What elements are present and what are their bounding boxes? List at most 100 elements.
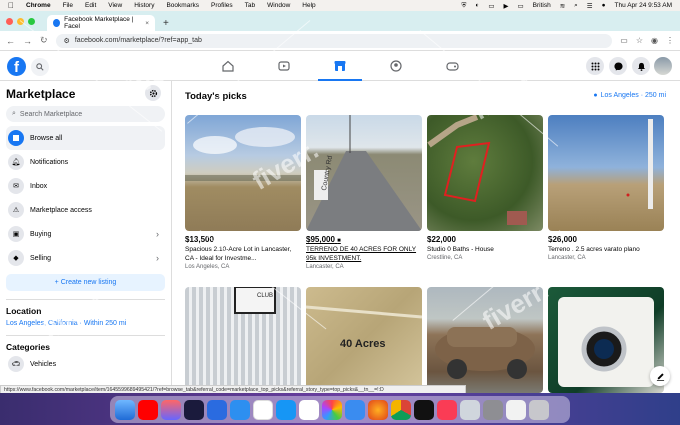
apple-menu-icon[interactable]:  xyxy=(8,1,14,10)
forward-arrow-icon[interactable]: → xyxy=(23,36,32,46)
bookmark-star-icon[interactable]: ☆ xyxy=(636,36,643,45)
sidebar-item-notifications[interactable]: 🔔︎ Notifications xyxy=(6,150,165,174)
listing-card[interactable] xyxy=(427,287,543,393)
safari-icon[interactable] xyxy=(345,399,365,420)
listing-photo[interactable]: 40 Acres xyxy=(306,287,422,393)
gmail-icon[interactable] xyxy=(253,399,273,420)
listing-card[interactable]: $22,000 Studio 0 Baths - House Crestline… xyxy=(427,115,543,261)
spotlight-icon[interactable]: ⌕ xyxy=(574,2,578,10)
mail-icon[interactable] xyxy=(230,399,250,420)
listing-photo[interactable] xyxy=(427,287,543,393)
menubar-app-name[interactable]: Chrome xyxy=(26,2,51,9)
new-tab-button[interactable]: + xyxy=(163,15,169,31)
zoom-window-button[interactable] xyxy=(28,17,35,25)
menubar-item-help[interactable]: Help xyxy=(302,2,315,9)
listing-photo[interactable] xyxy=(185,115,301,231)
launchpad-icon[interactable] xyxy=(161,399,181,420)
video-icon[interactable] xyxy=(274,57,294,75)
trash-icon[interactable] xyxy=(529,399,549,420)
more-menu-icon[interactable]: ⋮ xyxy=(666,36,674,45)
messenger-icon[interactable] xyxy=(609,57,627,75)
menu-grid-icon[interactable] xyxy=(586,57,604,75)
calendar-icon[interactable] xyxy=(299,399,319,420)
app-store-icon[interactable] xyxy=(276,399,296,420)
downloads-folder-icon[interactable] xyxy=(506,399,526,420)
photos-icon[interactable] xyxy=(322,399,342,420)
site-info-icon[interactable]: ⚙ xyxy=(64,37,70,45)
menubar-item-profiles[interactable]: Profiles xyxy=(211,2,233,9)
back-arrow-icon[interactable]: ← xyxy=(6,36,15,46)
menubar-item-tab[interactable]: Tab xyxy=(245,2,255,9)
groups-icon[interactable] xyxy=(386,57,406,75)
gaming-icon[interactable] xyxy=(442,57,462,75)
messenger-icon: ✉ xyxy=(8,178,24,194)
siri-icon[interactable]: ● xyxy=(602,2,606,9)
listing-card[interactable] xyxy=(548,287,664,393)
menubar-item-history[interactable]: History xyxy=(134,2,154,9)
sidebar-item-browse-all[interactable]: Browse all xyxy=(6,126,165,150)
listing-photo[interactable] xyxy=(548,115,664,231)
listing-price: $22,000 xyxy=(427,235,456,244)
focus-icon[interactable]: ◐ xyxy=(475,2,479,9)
menubar-clock[interactable]: Thu Apr 24 9:53 AM xyxy=(615,2,672,9)
sidebar-item-buying[interactable]: ▣ Buying › xyxy=(6,222,165,246)
firefox-icon[interactable] xyxy=(368,399,388,420)
input-source[interactable]: British xyxy=(533,2,551,9)
capcut-icon[interactable] xyxy=(414,399,434,420)
listing-photo[interactable] xyxy=(427,115,543,231)
minimize-window-button[interactable] xyxy=(17,17,24,25)
sidebar-item-inbox[interactable]: ✉ Inbox xyxy=(6,174,165,198)
create-listing-button[interactable]: + Create new listing xyxy=(6,274,165,291)
location-filter-link[interactable]: Los Angeles, California · Within 250 mi xyxy=(6,320,165,327)
category-vehicles[interactable]: 🚗︎ Vehicles xyxy=(6,352,165,376)
menubar-item-window[interactable]: Window xyxy=(267,2,290,9)
marketplace-search-input[interactable]: ⌕ Search Marketplace xyxy=(6,106,165,122)
docs-icon[interactable] xyxy=(207,399,227,420)
menubar-item-view[interactable]: View xyxy=(108,2,122,9)
display-icon[interactable]: ▭ xyxy=(488,2,494,10)
battery-icon[interactable]: ▭ xyxy=(517,2,523,10)
menubar-item-bookmarks[interactable]: Bookmarks xyxy=(166,2,199,9)
marketplace-icon[interactable] xyxy=(318,57,362,81)
menubar-item-edit[interactable]: Edit xyxy=(85,2,96,9)
finder-icon[interactable] xyxy=(115,399,135,420)
profile-icon[interactable]: ◉ xyxy=(651,36,658,45)
system-settings-icon[interactable] xyxy=(483,399,503,420)
listing-card[interactable]: 40 Acres xyxy=(306,287,422,393)
control-center-icon[interactable]: ☰ xyxy=(587,2,593,10)
listing-price: $95,000 ■ xyxy=(306,235,341,244)
search-icon[interactable] xyxy=(31,58,49,76)
facebook-logo-icon[interactable]: f xyxy=(7,57,26,76)
wifi-icon[interactable]: ≋ xyxy=(560,2,565,10)
feed-location-link[interactable]: ● Los Angeles · 250 mi xyxy=(593,92,666,99)
chrome-icon[interactable] xyxy=(391,399,411,420)
sidebar-item-selling[interactable]: ◆ Selling › xyxy=(6,246,165,270)
cast-icon[interactable]: ▭ xyxy=(620,36,628,45)
sidebar-item-marketplace-access[interactable]: ⚠ Marketplace access xyxy=(6,198,165,222)
final-cut-icon[interactable] xyxy=(184,399,204,420)
listing-card[interactable]: $13,500 Spacious 2.10-Acre Lot in Lancas… xyxy=(185,115,301,270)
shield-icon[interactable]: ⛨ xyxy=(462,2,467,10)
gear-icon[interactable] xyxy=(145,85,161,101)
close-window-button[interactable] xyxy=(6,17,13,25)
listing-card[interactable]: Country Rd $95,000 ■ TERRENO DE 40 ACRES… xyxy=(306,115,422,270)
preview-icon[interactable] xyxy=(460,399,480,420)
listing-card[interactable]: CLUB xyxy=(185,287,301,393)
youtube-icon[interactable] xyxy=(138,399,158,420)
listing-photo[interactable]: Country Rd xyxy=(306,115,422,231)
listing-card[interactable]: $26,000 Terreno . 2.5 acres varato plano… xyxy=(548,115,664,261)
listing-title[interactable]: TERRENO DE 40 ACRES FOR ONLY 95k INVESTM… xyxy=(306,245,422,263)
new-message-button[interactable] xyxy=(650,366,670,386)
music-icon[interactable] xyxy=(437,399,457,420)
menubar-item-file[interactable]: File xyxy=(63,2,73,9)
avatar[interactable] xyxy=(654,57,672,75)
tab-close-icon[interactable]: × xyxy=(145,20,149,27)
reload-icon[interactable]: ↻ xyxy=(40,35,48,46)
listing-photo[interactable] xyxy=(548,287,664,393)
listing-photo[interactable]: CLUB xyxy=(185,287,301,393)
browser-tab[interactable]: Facebook Marketplace | Facel × xyxy=(47,15,155,31)
play-icon[interactable]: ▶ xyxy=(503,2,508,10)
home-icon[interactable] xyxy=(218,57,238,75)
url-bar[interactable]: ⚙ facebook.com/marketplace/?ref=app_tab xyxy=(55,33,613,48)
bell-icon[interactable] xyxy=(632,57,650,75)
